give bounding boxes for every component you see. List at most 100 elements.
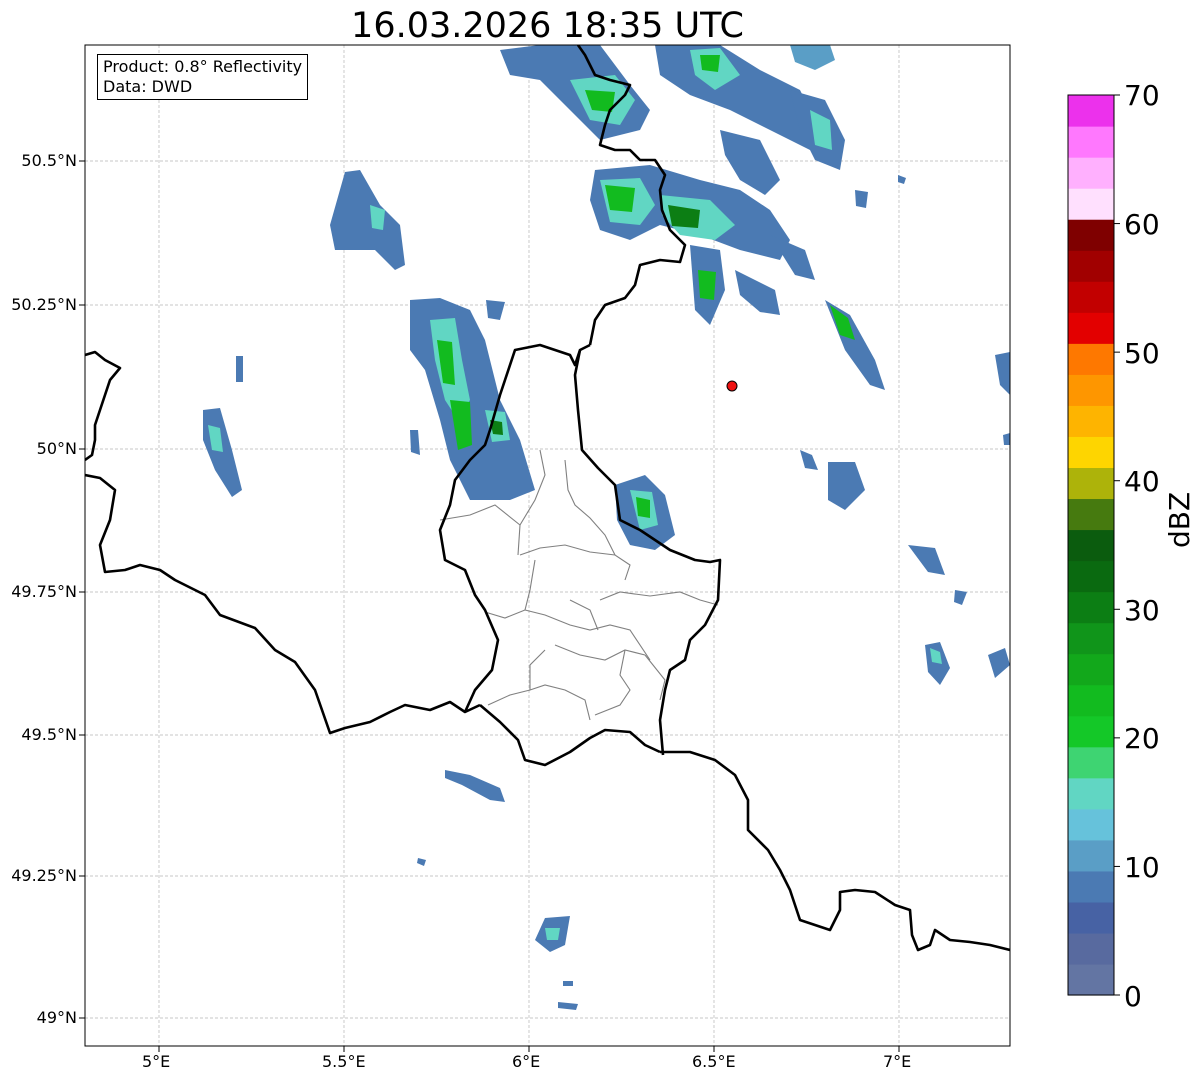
product-label: Product: 0.8° Reflectivity (103, 57, 303, 76)
info-box: Product: 0.8° Reflectivity Data: DWD (97, 54, 309, 100)
echo-cell (330, 170, 405, 270)
colorbar (1067, 94, 1120, 996)
colorbar-tick-label: 70 (1124, 79, 1160, 112)
colorbar-segment (1068, 901, 1114, 934)
colorbar-tick-label: 50 (1124, 337, 1160, 370)
colorbar-segment (1068, 932, 1114, 965)
colorbar-segment (1068, 188, 1114, 220)
colorbar-segment (1068, 529, 1114, 562)
echo-cell (908, 545, 945, 575)
echo-cell (988, 648, 1010, 678)
plot-frame (84, 44, 1011, 1047)
district-line (599, 591, 719, 606)
colorbar-tick-label: 30 (1124, 594, 1160, 627)
echo-cell (698, 270, 716, 300)
echo-cell (1003, 433, 1010, 445)
colorbar-segment (1068, 684, 1114, 717)
colorbar-segment (1068, 808, 1114, 841)
radar-site-marker[interactable] (726, 380, 738, 392)
lon-tick-label: 5.5°E (322, 1052, 366, 1071)
border-france-germany (660, 750, 1010, 952)
echo-cell (700, 55, 720, 72)
colorbar-segment (1068, 343, 1114, 375)
colorbar-segment (1068, 870, 1114, 903)
data-source-label: Data: DWD (103, 77, 193, 96)
border-france-belgium (85, 473, 481, 735)
colorbar-tick-label: 20 (1124, 722, 1160, 755)
echo-cell (735, 270, 780, 315)
lat-tick-label: 50.5°N (21, 151, 77, 170)
axis-ticks (79, 160, 900, 1052)
colorbar-segment (1068, 374, 1114, 406)
echo-cell (203, 408, 242, 497)
border-west-coast (85, 350, 122, 462)
colorbar-tick-label: 0 (1124, 980, 1142, 1013)
lat-tick-label: 49.75°N (11, 582, 77, 601)
lat-tick-label: 49°N (36, 1008, 77, 1027)
district-line (484, 559, 536, 619)
district-line (519, 544, 631, 581)
colorbar-segment (1068, 715, 1114, 748)
colorbar-tick-label: 10 (1124, 851, 1160, 884)
lat-tick-label: 49.25°N (11, 866, 77, 885)
colorbar-segment (1068, 281, 1114, 313)
district-line (594, 649, 631, 716)
echo-cell (445, 770, 505, 802)
lon-tick-label: 6.5°E (692, 1052, 736, 1071)
country-borders (85, 45, 1010, 952)
echo-cell (995, 352, 1010, 395)
echo-cell (720, 130, 780, 195)
colorbar-label: dBZ (1163, 491, 1196, 548)
colorbar-segment (1068, 560, 1114, 593)
colorbar-segment (1068, 653, 1114, 686)
colorbar-segment (1068, 622, 1114, 655)
echo-cell (417, 858, 426, 866)
colorbar-segment (1068, 219, 1114, 251)
colorbar-segment (1068, 498, 1114, 531)
district-line (487, 689, 531, 706)
district-line (644, 654, 666, 701)
colorbar-segment (1068, 467, 1114, 500)
echo-cell (558, 1002, 578, 1010)
echo-cell (563, 981, 573, 986)
colorbar-segment (1068, 157, 1114, 189)
echo-cell (236, 356, 243, 382)
gridlines (85, 45, 1010, 1046)
colorbar-segment (1068, 746, 1114, 779)
echo-cell (486, 300, 505, 320)
radar-echoes (203, 45, 1010, 1010)
echo-cell (828, 462, 865, 510)
echo-cell (925, 642, 950, 685)
district-line (524, 609, 651, 661)
colorbar-segment (1068, 312, 1114, 344)
colorbar-tick-label: 40 (1124, 465, 1160, 498)
lon-tick-label: 6°E (512, 1052, 541, 1071)
echo-cell (410, 430, 420, 455)
lat-tick-label: 50°N (36, 439, 77, 458)
colorbar-segment (1068, 963, 1114, 996)
colorbar-segment (1068, 839, 1114, 872)
colorbar-segment (1068, 405, 1114, 437)
echo-cell (410, 298, 535, 500)
colorbar-segment (1068, 95, 1114, 127)
colorbar-segment (1068, 777, 1114, 810)
radar-map[interactable] (0, 0, 1202, 1081)
echo-cell (954, 590, 967, 605)
colorbar-segment (1068, 436, 1114, 469)
district-line (554, 644, 646, 661)
colorbar-segment (1068, 250, 1114, 282)
echo-cell (800, 450, 818, 470)
district-line (439, 504, 521, 526)
lon-tick-label: 5°E (142, 1052, 171, 1071)
echo-cell (636, 497, 650, 518)
lat-tick-label: 49.5°N (21, 725, 77, 744)
colorbar-segment (1068, 126, 1114, 158)
echo-cell (545, 928, 560, 940)
district-line (529, 649, 591, 721)
lon-tick-label: 7°E (883, 1052, 912, 1071)
colorbar-tick-label: 60 (1124, 208, 1160, 241)
echo-cell (790, 45, 835, 70)
echo-cell (855, 190, 868, 208)
lat-tick-label: 50.25°N (11, 295, 77, 314)
district-line (564, 459, 616, 556)
